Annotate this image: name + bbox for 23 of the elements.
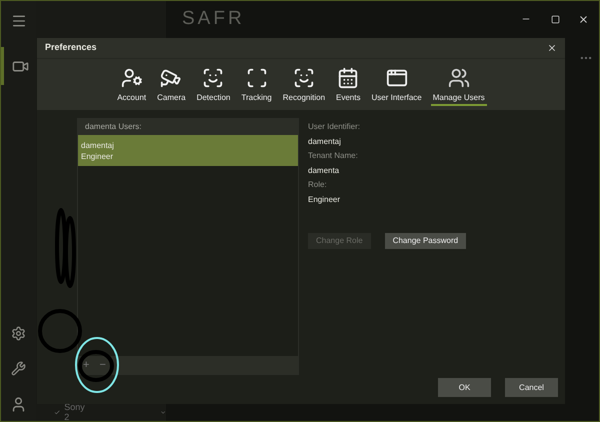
preference-tab[interactable]: Manage Users [430, 67, 487, 106]
app-logo: SAFR [182, 6, 245, 31]
user-name: damentaj [81, 140, 115, 150]
preference-tab[interactable]: Camera [155, 67, 188, 106]
field-label: Tenant Name: [308, 151, 359, 161]
preference-tab[interactable]: Detection [194, 67, 232, 106]
user-role: Engineer [81, 150, 114, 162]
field-value: Engineer [308, 195, 342, 205]
field-label: Role: [308, 180, 328, 190]
field-label: User Identifier: [308, 122, 362, 132]
action-button[interactable]: Change Password [384, 233, 466, 249]
preference-tab[interactable]: Events [334, 67, 362, 106]
preference-tab[interactable]: Recognition [280, 67, 328, 106]
dialog-title: Preferences [45, 41, 97, 54]
list-header-text: damenta Users: [85, 121, 142, 133]
dialog-button[interactable]: OK [438, 378, 491, 397]
field-value: damenta [308, 166, 340, 176]
preference-tab[interactable]: Account [115, 67, 148, 106]
field-value: damentaj [308, 137, 342, 147]
dialog-button[interactable]: Cancel [505, 378, 558, 397]
preference-tab[interactable]: Tracking [239, 67, 274, 106]
user-list-item[interactable]: damentaj Engineer [78, 135, 298, 166]
preference-tab[interactable]: User Interface [369, 67, 424, 106]
